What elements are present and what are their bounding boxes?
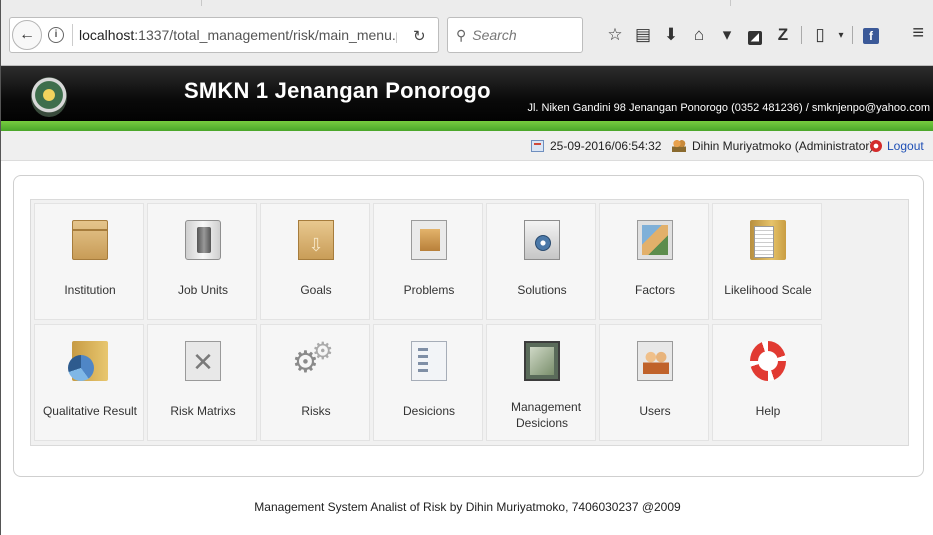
pocket-icon[interactable]: ▾ — [713, 25, 741, 45]
search-input[interactable]: ⚲ Search — [447, 17, 583, 53]
menu-tile-likelihood-scale[interactable]: Likelihood Scale — [712, 203, 822, 320]
photo-icon — [637, 220, 673, 260]
url-divider — [72, 24, 73, 46]
logout-label: Logout — [887, 139, 924, 153]
reading-list-icon[interactable]: ▤ — [629, 25, 657, 45]
menu-tile-label: Management Desicions — [511, 400, 582, 430]
back-button[interactable]: ← — [12, 20, 42, 50]
page-footer: Management System Analist of Risk by Dih… — [254, 500, 681, 514]
box-icon — [72, 220, 108, 260]
menu-tile-label: Risk Matrixs — [170, 404, 236, 418]
menu-tile-factors[interactable]: Factors — [599, 203, 709, 320]
back-arrow-icon: ← — [19, 26, 35, 43]
menu-tile-institution[interactable]: Institution — [34, 203, 144, 320]
site-info-icon[interactable]: i — [48, 27, 64, 43]
menu-tile-help[interactable]: Help — [712, 324, 822, 441]
menu-tile-label: Help — [755, 404, 781, 418]
menu-tile-label: Desicions — [402, 404, 456, 418]
menu-tile-risk-matrixs[interactable]: Risk Matrixs — [147, 324, 257, 441]
menu-tile-label: Job Units — [177, 283, 229, 297]
header-accent-strip — [1, 121, 933, 131]
url-host: localhost — [79, 27, 135, 43]
menu-tile-users[interactable]: Users — [599, 324, 709, 441]
user-display: Dihin Muriyatmoko (Administrator) — [672, 139, 873, 153]
extension-icon[interactable]: ◢ — [741, 25, 769, 45]
menu-tile-label: Risks — [301, 404, 331, 418]
reload-button[interactable]: ↻ — [413, 27, 426, 45]
dropdown-arrow-icon[interactable]: ▾ — [834, 30, 848, 41]
menu-tile-label: Likelihood Scale — [724, 283, 812, 297]
menu-tile-management-desicions[interactable]: Management Desicions — [486, 324, 596, 441]
search-icon: ⚲ — [456, 26, 467, 43]
menu-tile-job-units[interactable]: Job Units — [147, 203, 257, 320]
tools-icon — [185, 341, 221, 381]
disk-icon — [524, 220, 560, 260]
main-menu-panel: Institution Job Units Goals Problems Sol… — [13, 175, 924, 477]
home-icon[interactable]: ⌂ — [685, 25, 713, 45]
menu-tile-desicions[interactable]: Desicions — [373, 324, 483, 441]
menu-tile-qualitative-result[interactable]: Qualitative Result — [34, 324, 144, 441]
url-text[interactable]: localhost:1337/total_management/risk/mai… — [79, 27, 397, 43]
browser-window: ← i localhost:1337/total_management/risk… — [0, 0, 933, 535]
site-title: SMKN 1 Jenangan Ponorogo — [184, 78, 491, 103]
menu-tile-label: Institution — [64, 283, 116, 297]
box-arrow-icon — [298, 220, 334, 260]
user-name: Dihin Muriyatmoko (Administrator) — [692, 139, 874, 153]
toolbar-divider — [801, 26, 802, 44]
url-path: :1337/total_management/risk/main_menu.ph… — [134, 27, 397, 43]
site-address: Jl. Niken Gandini 98 Jenangan Ponorogo (… — [527, 102, 930, 114]
address-bar[interactable]: ← i localhost:1337/total_management/risk… — [9, 17, 439, 53]
browser-toolbar-icons: ☆ ▤ ⬇ ⌂ ▾ ◢ Z ▯ ▾ f — [601, 24, 885, 46]
menu-tile-risks[interactable]: Risks — [260, 324, 370, 441]
users-icon — [637, 341, 673, 381]
tab-strip — [201, 0, 731, 6]
screen-icon — [524, 341, 560, 381]
folder-icon — [750, 220, 786, 260]
hamburger-menu-icon[interactable]: ≡ — [912, 22, 924, 45]
menu-tile-label: Goals — [300, 283, 332, 297]
search-placeholder: Search — [472, 27, 517, 43]
download-icon[interactable]: ⬇ — [657, 25, 685, 45]
menu-tile-solutions[interactable]: Solutions — [486, 203, 596, 320]
logout-link[interactable]: Logout — [870, 139, 924, 153]
school-logo — [31, 77, 67, 117]
frame-icon — [411, 220, 447, 260]
site-header: SMKN 1 Jenangan Ponorogo Jl. Niken Gandi… — [1, 66, 933, 127]
menu-tile-label: Factors — [634, 283, 675, 297]
gears-icon — [292, 337, 334, 381]
chart-folder-icon — [68, 341, 108, 381]
reload-icon: ↻ — [413, 28, 426, 45]
menu-tile-goals[interactable]: Goals — [260, 203, 370, 320]
user-icon — [672, 140, 686, 152]
logout-icon — [870, 140, 882, 152]
browser-toolbar: ← i localhost:1337/total_management/risk… — [1, 0, 933, 66]
panel-icon — [411, 341, 447, 381]
page-icon[interactable]: ▯ — [806, 25, 834, 45]
menu-tile-label: Problems — [403, 283, 455, 297]
lifebuoy-icon — [750, 341, 786, 381]
datetime-display: 25-09-2016/06:54:32 — [531, 139, 661, 153]
status-bar: 25-09-2016/06:54:32 Dihin Muriyatmoko (A… — [1, 131, 933, 161]
menu-tile-label: Solutions — [517, 283, 567, 297]
menu-tile-label: Qualitative Result — [42, 404, 138, 418]
calendar-icon — [531, 140, 544, 152]
zotero-icon[interactable]: Z — [769, 25, 797, 45]
bin-icon — [185, 220, 221, 260]
menu-tile-problems[interactable]: Problems — [373, 203, 483, 320]
toolbar-divider — [852, 26, 853, 44]
facebook-icon[interactable]: f — [857, 25, 885, 45]
bookmark-star-icon[interactable]: ☆ — [601, 25, 629, 45]
datetime-text: 25-09-2016/06:54:32 — [550, 139, 662, 153]
menu-tile-label: Users — [639, 404, 671, 418]
menu-grid: Institution Job Units Goals Problems Sol… — [30, 199, 909, 446]
